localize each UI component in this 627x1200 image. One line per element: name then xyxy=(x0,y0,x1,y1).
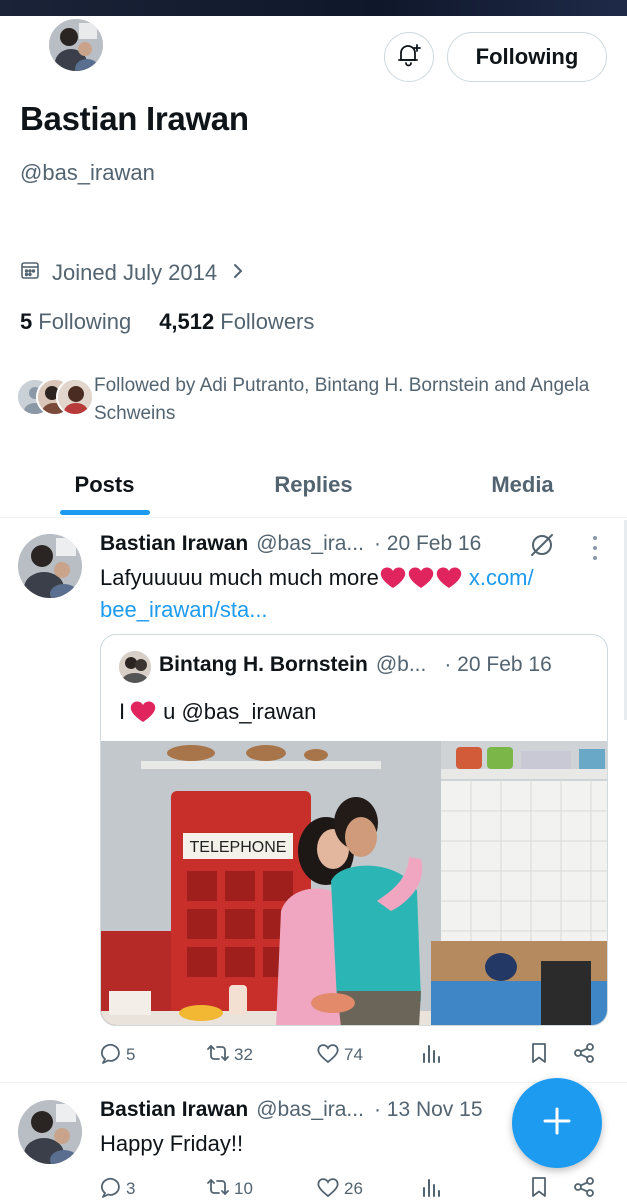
post-text: Happy Friday!! xyxy=(100,1131,244,1156)
like-button[interactable]: 74 xyxy=(316,1042,363,1069)
quoted-post-image[interactable]: TELEPHONE xyxy=(101,741,607,1025)
reply-icon xyxy=(100,1042,122,1069)
bell-plus-icon xyxy=(396,42,422,73)
post-author-handle[interactable]: @bas_ira... xyxy=(256,1098,364,1122)
share-icon xyxy=(572,1176,596,1200)
repost-icon xyxy=(206,1176,230,1200)
calendar-icon xyxy=(20,260,40,286)
post-actions: 3 10 26 xyxy=(100,1174,600,1200)
bookmark-button[interactable] xyxy=(528,1176,550,1200)
joined-label: Joined July 2014 xyxy=(52,260,218,285)
heart-icon xyxy=(316,1042,340,1069)
avatar xyxy=(56,378,94,416)
telephone-sign: TELEPHONE xyxy=(190,839,287,856)
quoted-text-after: u @bas_irawan xyxy=(163,699,317,724)
post-actions: 5 32 74 xyxy=(100,1040,600,1070)
views-icon xyxy=(420,1042,442,1069)
followed-by[interactable]: Followed by Adi Putranto, Bintang H. Bor… xyxy=(16,372,604,428)
share-button[interactable] xyxy=(572,1042,596,1069)
post-author-handle[interactable]: @bas_ira... xyxy=(256,532,364,556)
quoted-post[interactable]: Bintang H. Bornstein @b... · 20 Feb 16 I… xyxy=(100,634,608,1026)
tab-replies[interactable]: Replies xyxy=(209,452,418,517)
joined-date[interactable]: Joined July 2014 xyxy=(20,260,245,286)
repost-button[interactable]: 10 xyxy=(206,1176,253,1200)
post-header: Bastian Irawan @bas_ira... · 20 Feb 16 xyxy=(100,532,481,556)
views-button[interactable] xyxy=(420,1176,442,1200)
profile-display-name: Bastian Irawan xyxy=(20,100,249,137)
heart-emoji xyxy=(379,566,463,590)
like-count: 26 xyxy=(344,1179,363,1198)
post-link-continued[interactable]: bee_irawan/sta... xyxy=(100,594,600,626)
heart-icon xyxy=(316,1176,340,1200)
following-label: Following xyxy=(38,309,132,334)
quoted-author-name[interactable]: Bintang H. Bornstein xyxy=(159,653,368,677)
post-divider xyxy=(0,1082,627,1083)
heart-emoji xyxy=(129,700,157,724)
profile-handle: @bas_irawan xyxy=(20,160,155,185)
post-avatar[interactable] xyxy=(18,1100,82,1164)
quoted-post-avatar[interactable] xyxy=(119,651,151,683)
post-link[interactable]: x.com/ xyxy=(469,562,534,594)
repost-button[interactable]: 32 xyxy=(206,1042,253,1069)
following-stat[interactable]: 5 Following xyxy=(20,309,131,335)
post-text: Lafyuuuuu much much more x.com/ bee_iraw… xyxy=(100,562,600,626)
notifications-button[interactable] xyxy=(384,32,434,82)
quoted-author-handle[interactable]: @b... xyxy=(376,653,427,677)
quoted-post-header: Bintang H. Bornstein @b... · 20 Feb 16 xyxy=(159,653,552,677)
profile-banner[interactable] xyxy=(0,0,627,16)
repost-count: 10 xyxy=(234,1179,253,1198)
grok-icon[interactable] xyxy=(527,530,557,565)
quoted-post-text: I u @bas_irawan xyxy=(119,699,316,725)
reply-icon xyxy=(100,1176,122,1200)
post-author-name[interactable]: Bastian Irawan xyxy=(100,532,248,556)
plus-icon xyxy=(542,1106,572,1141)
bookmark-button[interactable] xyxy=(528,1042,550,1069)
repost-icon xyxy=(206,1042,230,1069)
followers-count: 4,512 xyxy=(159,309,215,334)
bookmark-icon xyxy=(528,1042,550,1069)
profile-avatar[interactable] xyxy=(46,16,106,74)
post-author-name[interactable]: Bastian Irawan xyxy=(100,1098,248,1122)
followers-stat[interactable]: 4,512 Followers xyxy=(159,309,314,335)
follow-stats: 5 Following 4,512 Followers xyxy=(20,309,342,335)
post-avatar[interactable] xyxy=(18,534,82,598)
quoted-text-before: I xyxy=(119,699,126,724)
active-tab-indicator xyxy=(60,510,150,515)
quoted-post-date[interactable]: · 20 Feb 16 xyxy=(444,653,551,677)
like-count: 74 xyxy=(344,1045,363,1064)
followed-by-avatars xyxy=(16,378,94,424)
views-button[interactable] xyxy=(420,1042,442,1069)
bookmark-icon xyxy=(528,1176,550,1200)
followed-by-text: Followed by Adi Putranto, Bintang H. Bor… xyxy=(94,375,590,424)
following-count: 5 xyxy=(20,309,33,334)
views-icon xyxy=(420,1176,442,1200)
post-date[interactable]: · 13 Nov 15 xyxy=(374,1098,483,1122)
chevron-right-icon xyxy=(231,260,245,286)
following-button[interactable]: Following xyxy=(447,32,607,82)
reply-button[interactable]: 3 xyxy=(100,1176,135,1200)
tab-posts[interactable]: Posts xyxy=(0,452,209,517)
tab-media[interactable]: Media xyxy=(418,452,627,517)
post-header: Bastian Irawan @bas_ira... · 13 Nov 15 xyxy=(100,1098,483,1122)
like-button[interactable]: 26 xyxy=(316,1176,363,1200)
reply-count: 3 xyxy=(126,1179,136,1198)
reply-count: 5 xyxy=(126,1045,136,1064)
profile-tabs: Posts Replies Media xyxy=(0,452,627,518)
share-button[interactable] xyxy=(572,1176,596,1200)
compose-button[interactable] xyxy=(512,1078,602,1168)
reply-button[interactable]: 5 xyxy=(100,1042,135,1069)
followers-label: Followers xyxy=(220,309,315,334)
more-options-icon[interactable] xyxy=(590,536,600,560)
repost-count: 32 xyxy=(234,1045,253,1064)
share-icon xyxy=(572,1042,596,1069)
post-date[interactable]: · 20 Feb 16 xyxy=(374,532,481,556)
post-text-line: Lafyuuuuu much much more xyxy=(100,565,379,590)
